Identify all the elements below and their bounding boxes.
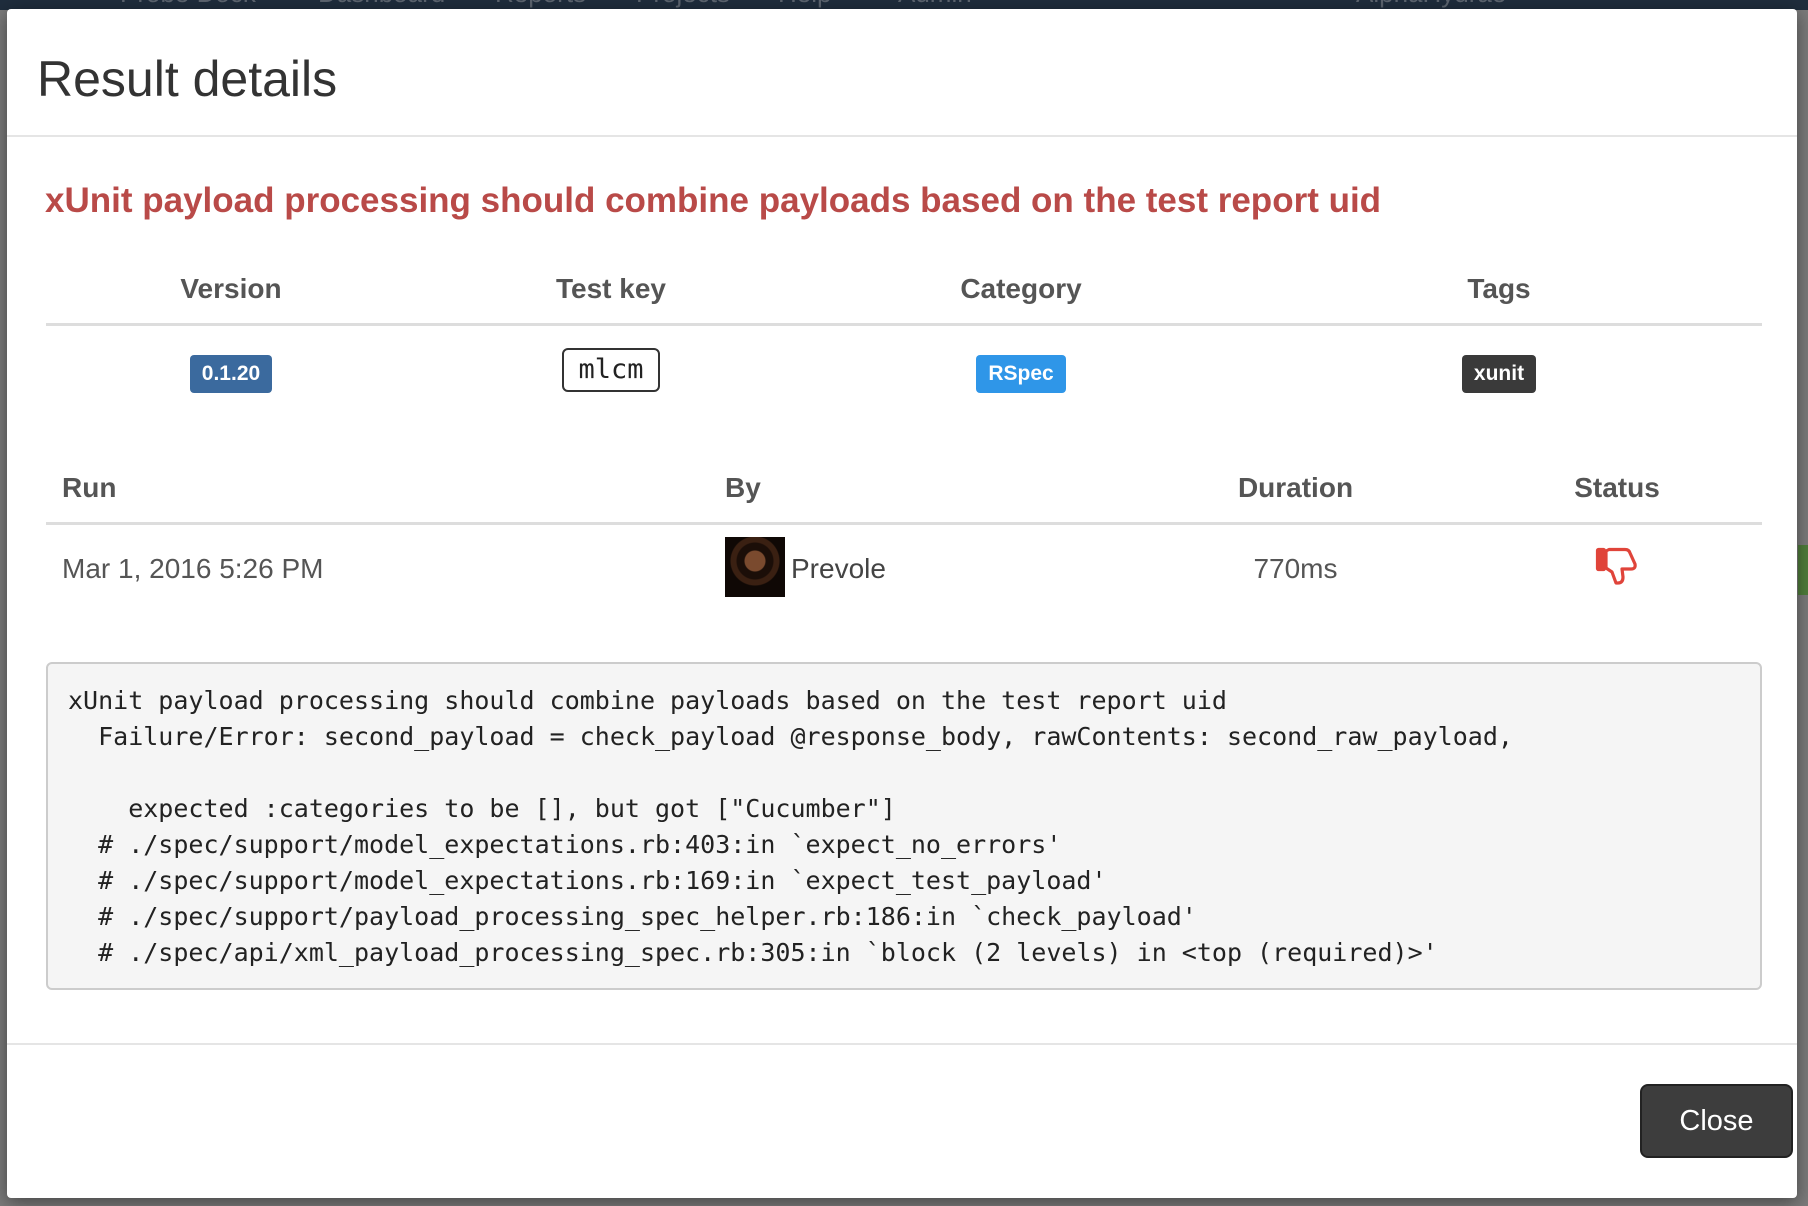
modal-footer bbox=[7, 1043, 1797, 1045]
stacktrace-block[interactable]: xUnit payload processing should combine … bbox=[46, 662, 1762, 990]
nav-dashboard: Dashboard bbox=[318, 0, 445, 9]
avatar bbox=[725, 537, 785, 597]
tag-badge[interactable]: xunit bbox=[1461, 354, 1537, 393]
by-header: By bbox=[725, 454, 1119, 525]
run-user: Prevole bbox=[725, 524, 1119, 614]
nav-reports: Reports bbox=[495, 0, 586, 9]
result-details-modal: Result details xUnit payload processing … bbox=[7, 9, 1797, 1198]
nav-projects: Projects bbox=[636, 0, 730, 9]
version-badge[interactable]: 0.1.20 bbox=[189, 354, 273, 393]
modal-header: Result details bbox=[7, 9, 1797, 137]
test-meta-table: Version Test key Category Tags 0.1.20 ml… bbox=[46, 255, 1762, 421]
run-row: Mar 1, 2016 5:26 PM Prevole 770ms bbox=[46, 524, 1762, 614]
nav-admin: Admin bbox=[898, 0, 972, 9]
modal-title: Result details bbox=[37, 51, 338, 107]
background-status-stripe bbox=[1798, 545, 1808, 595]
nav-help: Help bbox=[778, 0, 831, 9]
run-status bbox=[1472, 524, 1762, 614]
run-date: Mar 1, 2016 5:26 PM bbox=[62, 553, 324, 584]
run-header: Run bbox=[46, 454, 725, 525]
duration-header: Duration bbox=[1119, 454, 1472, 525]
test-name: xUnit payload processing should combine … bbox=[45, 181, 1382, 220]
run-duration: 770ms bbox=[1253, 553, 1338, 584]
run-table: Run By Duration Status Mar 1, 2016 5:26 … bbox=[46, 454, 1762, 613]
version-header: Version bbox=[46, 255, 416, 326]
test-key-header: Test key bbox=[416, 255, 806, 326]
test-key-label: mlcm bbox=[562, 347, 660, 392]
tags-header: Tags bbox=[1236, 255, 1762, 326]
thumbs-down-icon bbox=[1595, 546, 1639, 593]
nav-brand: Probe Dock bbox=[120, 0, 256, 9]
category-header: Category bbox=[806, 255, 1236, 326]
user-name: Prevole bbox=[791, 553, 886, 584]
close-button[interactable]: Close bbox=[1640, 1084, 1793, 1158]
category-badge[interactable]: RSpec bbox=[976, 354, 1066, 393]
nav-user: AlphaHydrae bbox=[1356, 0, 1506, 9]
status-header: Status bbox=[1472, 454, 1762, 525]
